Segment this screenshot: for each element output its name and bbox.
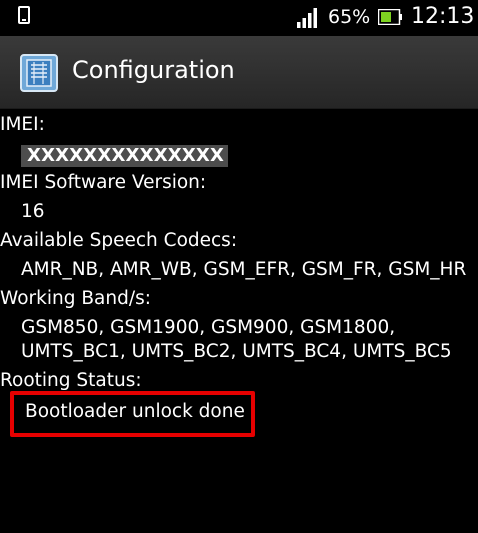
- working-bands-line-2: UMTS_BC1, UMTS_BC2, UMTS_BC4, UMTS_BC5: [21, 341, 452, 362]
- speech-codecs-value: AMR_NB, AMR_WB, GSM_EFR, GSM_FR, GSM_HR: [21, 259, 467, 280]
- rooting-status-label: Rooting Status:: [0, 370, 142, 391]
- title-bar: Configuration: [0, 36, 478, 109]
- battery-icon: [378, 9, 402, 25]
- rooting-status-highlight: Bootloader unlock done: [10, 391, 255, 437]
- speech-codecs-label: Available Speech Codecs:: [0, 230, 238, 251]
- imei-sv-label: IMEI Software Version:: [0, 172, 207, 193]
- status-bar: 65% 12:13: [0, 0, 478, 36]
- working-bands-label: Working Band/s:: [0, 288, 151, 309]
- signal-icon: [297, 8, 317, 28]
- battery-percent: 65%: [328, 6, 371, 28]
- working-bands-line-1: GSM850, GSM1900, GSM900, GSM1800,: [21, 317, 396, 338]
- phone-icon: [18, 6, 30, 24]
- configuration-app-icon: [20, 54, 58, 92]
- imei-label: IMEI:: [0, 114, 45, 135]
- clock: 12:13: [411, 4, 475, 29]
- page-title: Configuration: [72, 56, 235, 84]
- imei-value: XXXXXXXXXXXXXX: [21, 145, 229, 167]
- imei-sv-value: 16: [21, 201, 45, 222]
- rooting-status-value: Bootloader unlock done: [25, 401, 245, 422]
